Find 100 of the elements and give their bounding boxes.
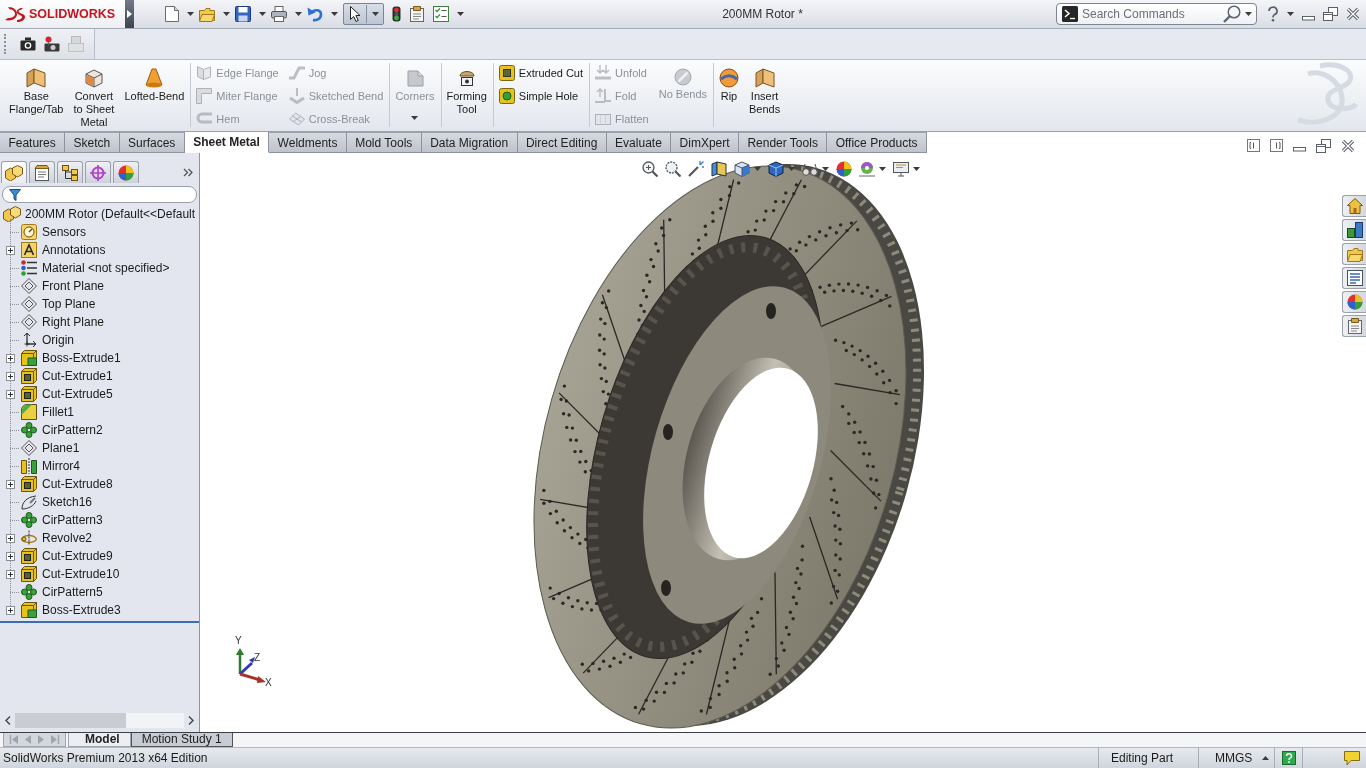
floppy-icon[interactable] <box>235 6 251 22</box>
ribbon-tab[interactable]: Weldments <box>269 132 347 153</box>
task-pane-tab[interactable] <box>1342 315 1366 337</box>
expand-icon[interactable] <box>6 371 15 381</box>
task-pane-tab[interactable] <box>1342 291 1366 313</box>
tree-item[interactable]: CirPattern2 <box>42 423 103 437</box>
view-cube-icon[interactable] <box>734 161 750 177</box>
ribbon-tab[interactable]: Office Products <box>827 132 927 153</box>
expand-icon[interactable] <box>6 569 15 579</box>
caret-icon[interactable] <box>879 167 886 171</box>
caret-icon[interactable] <box>1245 12 1252 16</box>
speech-bubble-icon[interactable] <box>1344 750 1360 766</box>
section-block-icon[interactable] <box>711 161 727 177</box>
shaded-cube-icon[interactable] <box>768 161 784 177</box>
expand-icon[interactable] <box>6 389 15 399</box>
arrow-left-icon[interactable] <box>5 716 11 725</box>
checklist-icon[interactable] <box>433 6 449 22</box>
caret-icon[interactable] <box>223 12 230 16</box>
tree-item[interactable]: CirPattern5 <box>42 585 103 599</box>
close-icon[interactable] <box>1346 7 1360 21</box>
folder-icon[interactable] <box>199 6 215 22</box>
tree-item[interactable]: Cut-Extrude9 <box>42 549 113 563</box>
task-pane-tab[interactable] <box>1342 219 1366 241</box>
units-text[interactable]: MMGS <box>1215 751 1253 765</box>
tree-item[interactable]: Top Plane <box>42 297 96 311</box>
document-tab[interactable]: Motion Study 1 <box>130 733 233 747</box>
tree-item[interactable]: Boss-Extrude3 <box>42 603 121 617</box>
glasses-icon[interactable] <box>802 161 818 177</box>
printer-icon[interactable] <box>271 6 287 22</box>
tree-item[interactable]: Sensors <box>42 225 87 239</box>
arrow-right-icon[interactable] <box>188 716 194 725</box>
camera-icon[interactable] <box>20 37 36 51</box>
ribbon-button[interactable]: Base Flange/Tab <box>6 63 67 127</box>
expand-icon[interactable] <box>6 533 15 543</box>
clipboard-icon[interactable] <box>409 6 425 22</box>
tree-item[interactable]: Fillet1 <box>42 405 74 419</box>
caret-icon[interactable] <box>295 12 302 16</box>
tree-item[interactable]: Cut-Extrude8 <box>42 477 113 491</box>
close-icon[interactable] <box>1341 138 1355 153</box>
ribbon-tab[interactable]: Surfaces <box>119 132 185 153</box>
tree-item[interactable]: 200MM Rotor (Default<<Default <box>25 207 196 221</box>
traffic-light-icon[interactable] <box>392 6 401 22</box>
restore-icon[interactable] <box>1316 138 1331 153</box>
tree-item[interactable]: Sketch16 <box>42 495 93 509</box>
ribbon-tab[interactable]: Features <box>0 132 66 153</box>
tree-item[interactable]: Material <not specified> <box>42 261 170 275</box>
search-icon[interactable] <box>1223 5 1241 23</box>
tree-item[interactable]: Cut-Extrude5 <box>42 387 113 401</box>
expand-icon[interactable] <box>6 245 15 255</box>
task-pane-tab[interactable] <box>1342 267 1366 289</box>
caret-icon[interactable] <box>259 12 266 16</box>
camera-pin-icon[interactable] <box>44 36 60 52</box>
caret-icon[interactable] <box>457 12 464 16</box>
caret-icon[interactable] <box>1287 12 1294 16</box>
task-pane-tab[interactable] <box>1342 195 1366 217</box>
tree-item[interactable]: Cut-Extrude10 <box>42 567 120 581</box>
tree-item[interactable]: Front Plane <box>42 279 105 293</box>
ribbon-button[interactable]: Lofted-Bend <box>121 63 188 127</box>
scrollbar-track[interactable] <box>15 713 184 728</box>
ribbon-tab[interactable]: DimXpert <box>671 132 739 153</box>
ribbon-button[interactable]: Forming Tool <box>443 63 490 127</box>
tree-item[interactable]: Right Plane <box>42 315 105 329</box>
filter-field[interactable] <box>2 186 197 203</box>
tree-item[interactable]: Annotations <box>42 243 106 257</box>
page-icon[interactable] <box>165 6 179 22</box>
scene-globe-icon[interactable] <box>859 161 875 177</box>
monitor-icon[interactable] <box>893 161 909 177</box>
tree-item[interactable]: Origin <box>42 333 74 347</box>
tile-left-icon[interactable] <box>1247 139 1260 152</box>
panel-tab[interactable] <box>85 161 111 183</box>
ribbon-tab[interactable]: Mold Tools <box>346 132 422 153</box>
ribbon-button[interactable]: Extruded Cut <box>495 63 587 83</box>
caret-icon[interactable] <box>187 12 194 16</box>
tree-item[interactable]: CirPattern3 <box>42 513 103 527</box>
tree-item[interactable]: Boss-Extrude1 <box>42 351 121 365</box>
help-box-icon[interactable] <box>1281 751 1296 765</box>
double-chevron-icon[interactable] <box>183 168 193 177</box>
tree-item[interactable]: Mirror4 <box>42 459 80 473</box>
ribbon-button[interactable]: Simple Hole <box>495 86 587 106</box>
undo-icon[interactable] <box>307 6 323 22</box>
expand-icon[interactable] <box>6 479 15 489</box>
tile-right-icon[interactable] <box>1270 139 1283 152</box>
panel-tab[interactable] <box>57 161 83 183</box>
ribbon-tab[interactable]: Evaluate <box>606 132 672 153</box>
expand-icon[interactable] <box>6 353 15 363</box>
magic-wand-icon[interactable] <box>688 161 704 177</box>
zoom-icon[interactable] <box>642 161 658 177</box>
select-button[interactable] <box>343 3 384 25</box>
panel-tab[interactable] <box>113 161 139 183</box>
document-tab[interactable]: Model <box>68 733 131 747</box>
help-icon[interactable] <box>1267 6 1279 22</box>
ribbon-tab[interactable]: Direct Editing <box>517 132 607 153</box>
ribbon-tab[interactable]: Render Tools <box>739 132 828 153</box>
ribbon-button[interactable]: Convert to Sheet Metal <box>70 63 118 127</box>
search-input[interactable]: Search Commands <box>1082 5 1219 23</box>
scrollbar-thumb[interactable] <box>15 713 126 728</box>
caret-icon[interactable] <box>331 12 338 16</box>
caret-icon[interactable] <box>822 167 829 171</box>
expand-icon[interactable] <box>6 551 15 561</box>
caret-up-icon[interactable] <box>1262 756 1270 760</box>
